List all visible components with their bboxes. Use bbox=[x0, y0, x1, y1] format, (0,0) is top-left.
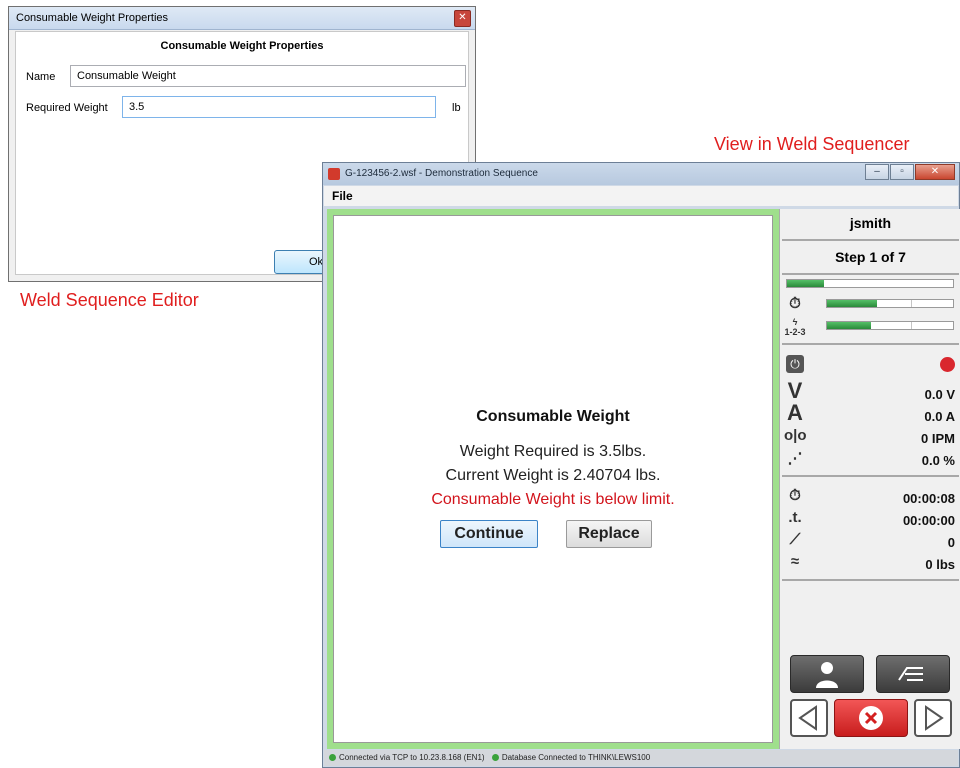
step-progress-bar bbox=[786, 279, 954, 288]
required-weight-field[interactable]: 3.5 bbox=[122, 96, 436, 118]
power-icon: ⏻ bbox=[786, 355, 804, 373]
required-weight-label: Required Weight bbox=[26, 102, 108, 114]
sequencer-titlebar: G-123456-2.wsf - Demonstration Sequence … bbox=[323, 163, 959, 185]
sequencer-window: G-123456-2.wsf - Demonstration Sequence … bbox=[322, 162, 960, 768]
manual-button[interactable] bbox=[876, 655, 950, 693]
minimize-icon[interactable]: – bbox=[865, 164, 889, 180]
hand-icon bbox=[898, 667, 923, 681]
sequencer-caption: View in Weld Sequencer bbox=[714, 134, 910, 154]
time-progress-fill bbox=[827, 300, 878, 307]
name-label: Name bbox=[26, 71, 56, 83]
name-field[interactable]: Consumable Weight bbox=[70, 65, 466, 87]
total-time-icon: .t. bbox=[788, 509, 802, 526]
triangle-left-icon bbox=[798, 705, 817, 731]
editor-titlebar: Consumable Weight Properties ✕ bbox=[9, 7, 475, 30]
amperage-icon: A bbox=[787, 400, 803, 425]
wire-feed-value: 0 IPM bbox=[921, 431, 955, 446]
weld-count-icon: ⟋ bbox=[789, 531, 801, 548]
current-weight-text: Current Weight is 2.40704 lbs. bbox=[445, 467, 661, 484]
weld-percent-icon: ⋰ bbox=[787, 450, 803, 467]
arc-time-value: 00:00:08 bbox=[902, 491, 955, 506]
amperage-value: 0.0 A bbox=[924, 409, 955, 424]
abort-button[interactable] bbox=[834, 699, 908, 737]
editor-window-title: Consumable Weight Properties bbox=[16, 12, 169, 24]
percent-value: 0.0 % bbox=[921, 453, 955, 468]
tcp-status-text: Connected via TCP to 10.23.8.168 (EN1) bbox=[339, 753, 485, 762]
bar-tick bbox=[911, 322, 912, 329]
divider bbox=[782, 273, 959, 275]
window-close-icon[interactable]: ✕ bbox=[915, 164, 955, 180]
user-icon bbox=[816, 662, 838, 688]
menubar: File bbox=[324, 186, 958, 206]
bar-tick bbox=[911, 300, 912, 307]
tcp-status-icon bbox=[329, 754, 336, 761]
continue-button[interactable]: Continue bbox=[440, 520, 538, 548]
side-panel: jsmith Step 1 of 7 ⏱ ϟ 1-2-3 ⏻ V 0.0 V A … bbox=[779, 209, 960, 749]
consumable-weight-value: 0 lbs bbox=[925, 557, 955, 572]
database-status-text: Database Connected to THINK\LEWS100 bbox=[501, 753, 651, 762]
divider bbox=[782, 343, 959, 345]
divider bbox=[782, 239, 959, 241]
window-controls: – ▫ ✕ bbox=[864, 164, 955, 180]
main-panel: Consumable Weight Weight Required is 3.5… bbox=[333, 215, 773, 743]
consumable-weight-icon: ≈ bbox=[790, 553, 800, 570]
wire-feed-icon: o|o bbox=[784, 427, 807, 444]
sequence-steps-icon: ϟ 1-2-3 bbox=[784, 317, 806, 337]
step-counter: Step 1 of 7 bbox=[835, 249, 906, 265]
maximize-icon[interactable]: ▫ bbox=[890, 164, 914, 180]
total-time-value: 00:00:00 bbox=[902, 513, 955, 528]
weight-unit-label: lb bbox=[452, 102, 461, 114]
sequence-progress-fill bbox=[827, 322, 872, 329]
sequencer-window-title: G-123456-2.wsf - Demonstration Sequence bbox=[345, 168, 538, 179]
triangle-right-icon bbox=[925, 705, 944, 731]
next-button[interactable] bbox=[914, 699, 952, 737]
cancel-icon bbox=[859, 706, 883, 730]
divider bbox=[782, 475, 959, 477]
sequence-progress-bar bbox=[826, 321, 954, 330]
menu-file[interactable]: File bbox=[332, 189, 353, 203]
status-bar: Connected via TCP to 10.23.8.168 (EN1) D… bbox=[324, 750, 958, 766]
dialog-title: Consumable Weight bbox=[476, 408, 630, 425]
user-button[interactable] bbox=[790, 655, 864, 693]
time-progress-bar bbox=[826, 299, 954, 308]
app-icon bbox=[328, 168, 340, 180]
close-icon[interactable]: ✕ bbox=[454, 10, 471, 27]
weld-count-value: 0 bbox=[947, 535, 955, 550]
database-status-icon bbox=[491, 754, 499, 761]
user-name: jsmith bbox=[849, 215, 892, 231]
voltage-value: 0.0 V bbox=[924, 387, 955, 402]
divider bbox=[782, 579, 959, 581]
editor-heading: Consumable Weight Properties bbox=[160, 40, 324, 52]
previous-button[interactable] bbox=[790, 699, 828, 737]
recording-indicator-icon bbox=[940, 357, 955, 372]
weight-warning-text: Consumable Weight is below limit. bbox=[431, 491, 675, 508]
editor-caption: Weld Sequence Editor bbox=[20, 290, 199, 310]
arc-time-icon: ⏱ bbox=[789, 295, 801, 312]
voltage-icon: V bbox=[787, 378, 803, 403]
arc-timer-icon: ⏱ bbox=[789, 487, 801, 504]
weight-required-text: Weight Required is 3.5lbs. bbox=[459, 443, 647, 460]
step-progress-fill bbox=[787, 280, 824, 287]
replace-button[interactable]: Replace bbox=[566, 520, 652, 548]
